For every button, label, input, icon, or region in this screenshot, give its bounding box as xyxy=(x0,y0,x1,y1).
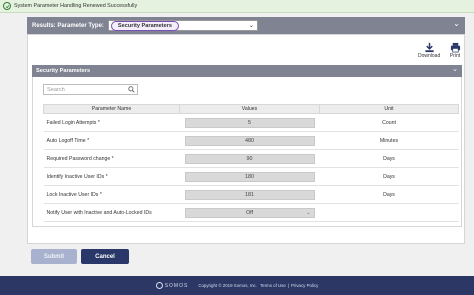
parameter-name: Required Password change * xyxy=(43,149,180,168)
unit-cell: Minutes xyxy=(319,131,459,150)
chevron-down-icon[interactable]: ⌄ xyxy=(452,66,458,73)
submit-button[interactable]: Submit xyxy=(31,249,77,264)
parameter-name: Identify Inactive User IDs * xyxy=(43,167,180,186)
download-button[interactable]: Download xyxy=(418,41,440,59)
unit-cell: Days xyxy=(319,149,459,168)
results-panel: Download Print Security Parameters ⌄ Sea… xyxy=(27,34,465,244)
copyright-text: Copyright © 2019 Somos, Inc. xyxy=(198,283,257,288)
parameter-name: Notify User with Inactive and Auto-Locke… xyxy=(43,203,180,222)
parameter-type-value: Security Parameters xyxy=(110,20,180,31)
chevron-down-icon: ⌄ xyxy=(306,209,311,216)
footer: SOMOS Copyright © 2019 Somos, Inc. Terms… xyxy=(0,276,474,295)
table-row: Auto Logoff Time * 480 Minutes xyxy=(43,131,459,150)
parameter-name: Lock Inactive User IDs * xyxy=(43,185,180,204)
parameters-table: Parameter Name Values Unit Failed Login … xyxy=(43,104,459,222)
table-row: Identify Inactive User IDs * 180 Days xyxy=(43,167,459,186)
value-field[interactable]: 480 xyxy=(184,135,315,146)
results-label: Results: Parameter Type: xyxy=(32,22,104,29)
parameter-name: Auto Logoff Time * xyxy=(43,131,180,150)
notify-select[interactable]: Off ⌄ xyxy=(184,207,315,218)
table-row: Required Password change * 90 Days xyxy=(43,149,459,168)
download-icon xyxy=(423,41,435,53)
unit-cell: Count xyxy=(319,113,459,132)
value-field[interactable]: 181 xyxy=(184,189,315,200)
column-header-unit: Unit xyxy=(319,104,459,114)
value-field[interactable]: 180 xyxy=(184,171,315,182)
parameter-type-select[interactable]: Security Parameters ⌄ xyxy=(107,20,258,31)
table-header-row: Parameter Name Values Unit xyxy=(43,104,459,114)
search-input[interactable]: Search xyxy=(43,84,138,95)
download-label: Download xyxy=(418,53,441,59)
parameter-name: Failed Login Attempts * xyxy=(43,113,180,132)
value-field[interactable]: 5 xyxy=(184,117,315,128)
logo-mark-icon xyxy=(155,282,163,289)
section-header[interactable]: Security Parameters ⌄ xyxy=(32,65,462,77)
print-button[interactable]: Print xyxy=(449,41,461,59)
unit-cell: Days xyxy=(319,167,459,186)
value-field[interactable]: 90 xyxy=(184,153,315,164)
printer-icon xyxy=(449,41,461,53)
notify-select-value: Off xyxy=(245,209,254,216)
privacy-policy-link[interactable]: Privacy Policy xyxy=(291,283,318,288)
table-row: Lock Inactive User IDs * 181 Days xyxy=(43,185,459,204)
column-header-parameter-name: Parameter Name xyxy=(43,104,180,114)
notification-text: System Parameter Handling Renewed Succes… xyxy=(14,3,138,9)
success-notification: System Parameter Handling Renewed Succes… xyxy=(0,0,474,13)
somos-logo: SOMOS xyxy=(155,282,195,289)
column-header-values: Values xyxy=(179,104,320,114)
unit-cell: Days xyxy=(319,185,459,204)
print-label: Print xyxy=(449,53,461,59)
search-placeholder: Search xyxy=(47,86,65,93)
section-title: Security Parameters xyxy=(36,68,91,74)
terms-of-use-link[interactable]: Terms of Use xyxy=(260,283,286,288)
unit-cell xyxy=(319,203,459,222)
logo-text: SOMOS xyxy=(164,282,189,289)
footer-separator: | xyxy=(287,283,289,288)
chevron-down-icon: ⌄ xyxy=(248,23,254,29)
search-icon xyxy=(128,86,135,93)
check-circle-icon xyxy=(3,2,11,10)
table-row: Notify User with Inactive and Auto-Locke… xyxy=(43,203,459,222)
collapse-chevron-icon[interactable]: ⌄ xyxy=(453,20,460,28)
cancel-button[interactable]: Cancel xyxy=(81,249,129,264)
table-row: Failed Login Attempts * 5 Count xyxy=(43,113,459,132)
section-body: Search Parameter Name Values Unit Failed… xyxy=(32,77,462,227)
results-bar: Results: Parameter Type: Security Parame… xyxy=(27,17,465,34)
